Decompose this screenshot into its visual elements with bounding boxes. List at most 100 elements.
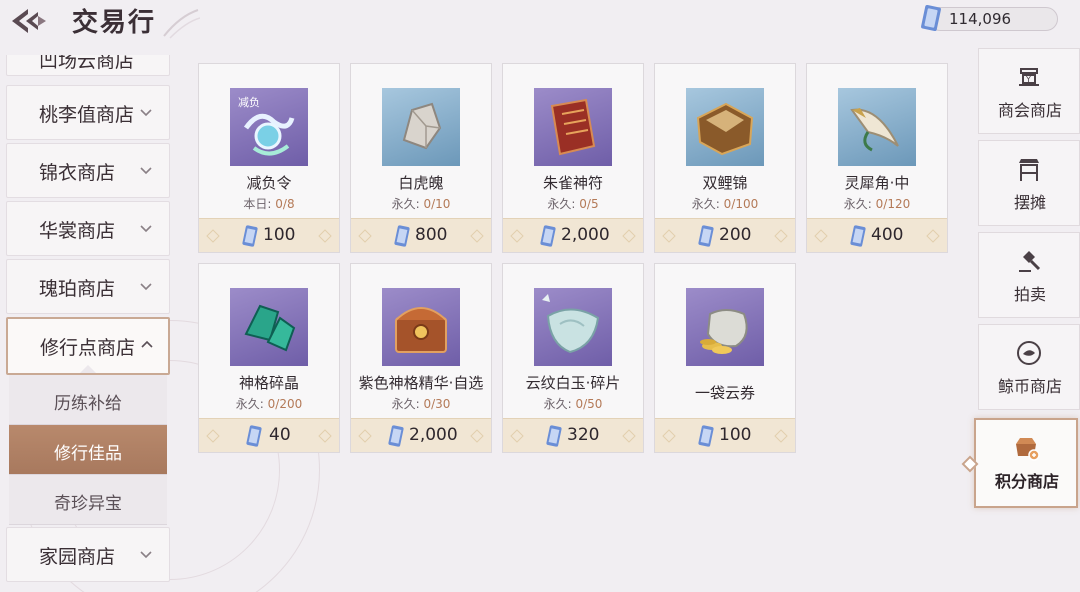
tab-label: 积分商店 (994, 472, 1059, 491)
sub-item-label: 奇珍异宝 (54, 494, 122, 514)
limit-count: 0/50 (575, 397, 603, 411)
jade-shard-icon (244, 304, 296, 352)
limit-prefix: 永久: (843, 197, 872, 211)
nav-item-guipo-shop[interactable]: 瑰珀商店 (6, 259, 170, 314)
item-name: 减负令 (246, 174, 292, 192)
cloud-ticket-icon (546, 425, 562, 447)
limit-count: 0/30 (423, 397, 451, 411)
nav-item-jinyi-shop[interactable]: 锦衣商店 (6, 143, 170, 198)
brocade-box-icon (696, 102, 754, 156)
item-card[interactable]: 朱雀神符 永久: 0/5 2,000 (502, 63, 644, 253)
nav-item-label: 瑰珀商店 (39, 278, 116, 300)
item-limit: 永久: 0/50 (503, 395, 643, 412)
item-name: 一袋云券 (694, 384, 755, 402)
chevron-down-icon (140, 109, 152, 117)
nav-item-xiuxing-shop[interactable]: 修行点商店 (6, 317, 170, 375)
price-value: 400 (871, 225, 904, 245)
tab-whale-coin-shop[interactable]: 鲸币商店 (978, 324, 1080, 410)
tab-label: 鲸币商店 (997, 377, 1062, 396)
item-card[interactable]: 紫色神格精华·自选 永久: 0/30 2,000 (350, 263, 492, 453)
expand-pointer-icon (80, 365, 96, 373)
item-price: 40 (199, 418, 339, 452)
currency-display: 114,096 (921, 4, 1058, 32)
scroll-token-icon: 减负 (238, 95, 295, 156)
tab-stall[interactable]: 摆摊 (978, 140, 1080, 226)
price-ornament-icon (318, 229, 332, 243)
cloud-ticket-icon (850, 225, 866, 247)
price-ornament-icon (774, 429, 788, 443)
cloud-ticket-icon (698, 425, 714, 447)
tab-auction[interactable]: 拍卖 (978, 232, 1080, 318)
limit-count: 0/10 (423, 197, 451, 211)
currency-value: 114,096 (949, 10, 1012, 28)
nav-item-home-shop[interactable]: 家园商店 (6, 527, 170, 582)
item-card[interactable]: 双鲤锦 永久: 0/100 200 (654, 63, 796, 253)
item-thumbnail (230, 288, 308, 366)
points-shop-icon (1016, 438, 1040, 461)
cloud-ticket-icon (242, 225, 258, 247)
price-ornament-icon (318, 429, 332, 443)
item-name: 神格碎晶 (238, 374, 299, 392)
horn-icon (850, 108, 899, 152)
coin-bag-icon (700, 309, 748, 354)
price-ornament-icon (926, 229, 940, 243)
item-price: 800 (351, 218, 491, 252)
limit-count: 0/200 (267, 397, 303, 411)
limit-count: 0/8 (275, 197, 295, 211)
item-card[interactable]: 神格碎晶 永久: 0/200 40 (198, 263, 340, 453)
item-thumbnail (686, 88, 764, 166)
item-card[interactable]: 灵犀角·中 永久: 0/120 400 (806, 63, 948, 253)
price-ornament-icon (470, 229, 484, 243)
nav-item-huashang-shop[interactable]: 华裳商店 (6, 201, 170, 256)
tab-label: 商会商店 (997, 101, 1062, 120)
page-title: 交易行 (72, 8, 157, 38)
price-ornament-icon (774, 229, 788, 243)
back-button[interactable] (6, 4, 50, 38)
price-ornament-icon (358, 229, 372, 243)
limit-prefix: 永久: (543, 397, 572, 411)
item-limit: 永久: 0/120 (807, 195, 947, 212)
item-price: 2,000 (503, 218, 643, 252)
chevron-down-icon (140, 225, 152, 233)
chevron-down-icon (140, 167, 152, 175)
price-value: 2,000 (561, 225, 610, 245)
limit-count: 0/120 (875, 197, 911, 211)
whale-coin-icon (1017, 341, 1041, 365)
price-ornament-icon (662, 429, 676, 443)
item-limit: 永久: 0/30 (351, 395, 491, 412)
item-card[interactable]: 白虎魄 永久: 0/10 800 (350, 63, 492, 253)
item-thumbnail (686, 288, 764, 366)
item-limit: 永久: 0/100 (655, 195, 795, 212)
sub-item-rare-treasures[interactable]: 奇珍异宝 (9, 475, 167, 525)
nav-item-label: 家园商店 (39, 546, 116, 568)
nav-item-partial[interactable]: 凹场云商店 (6, 55, 170, 76)
nav-item-label: 凹场云商店 (39, 55, 135, 72)
sub-item-lilian-supply[interactable]: 历练补给 (9, 375, 167, 425)
item-limit: 永久: 0/200 (199, 395, 339, 412)
item-price: 2,000 (351, 418, 491, 452)
cloud-ticket-icon (540, 225, 556, 247)
cloud-ticket-icon (698, 225, 714, 247)
cloud-ticket-icon (394, 225, 410, 247)
tab-points-shop[interactable]: 积分商店 (961, 418, 1078, 508)
nav-item-taoli-shop[interactable]: 桃李值商店 (6, 85, 170, 140)
treasure-chest-icon (395, 307, 447, 353)
chevron-down-icon (140, 283, 152, 291)
price-value: 2,000 (409, 425, 458, 445)
tab-guild-shop[interactable]: Y 商会商店 (978, 48, 1080, 134)
limit-count: 0/100 (723, 197, 759, 211)
item-limit: 本日: 0/8 (199, 195, 339, 212)
item-price: 320 (503, 418, 643, 452)
item-card[interactable]: 一袋云券 100 (654, 263, 796, 453)
item-card[interactable]: 云纹白玉·碎片 永久: 0/50 320 (502, 263, 644, 453)
gavel-icon (1019, 251, 1041, 272)
sub-item-xiuxing-goods[interactable]: 修行佳品 (9, 425, 167, 475)
item-price: 200 (655, 218, 795, 252)
limit-prefix: 永久: (391, 397, 420, 411)
price-value: 800 (415, 225, 448, 245)
item-card[interactable]: 减负 减负令 本日: 0/8 100 (198, 63, 340, 253)
item-name: 紫色神格精华·自选 (358, 374, 484, 392)
chevron-down-icon (140, 551, 152, 559)
sub-item-label: 历练补给 (54, 394, 122, 414)
limit-prefix: 永久: (391, 197, 420, 211)
